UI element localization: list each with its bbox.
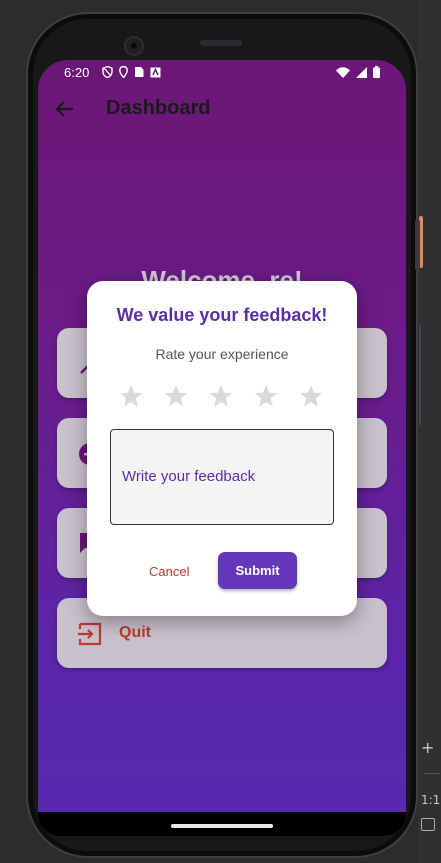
earpiece-speaker [200, 40, 242, 46]
feedback-dialog: We value your feedback! Rate your experi… [87, 281, 357, 616]
star-icon[interactable] [209, 384, 233, 408]
dialog-title: We value your feedback! [116, 305, 328, 325]
emulator-divider [419, 325, 421, 425]
zoom-reset-button[interactable]: 1:1 [421, 793, 440, 807]
feedback-placeholder: Write your feedback [122, 468, 256, 485]
feedback-input[interactable]: Write your feedback [110, 429, 334, 525]
app-screen: 6:20 Dashboard Welcome, re! Quit We valu… [38, 60, 406, 836]
emulator-separator [424, 773, 440, 774]
star-icon[interactable] [254, 384, 278, 408]
zoom-in-button[interactable]: + [421, 738, 434, 757]
screenshot-icon[interactable] [421, 818, 435, 831]
home-handle[interactable] [171, 824, 273, 828]
dialog-subtitle: Rate your experience [155, 346, 289, 362]
star-icon[interactable] [164, 384, 188, 408]
star-icon[interactable] [299, 384, 323, 408]
volume-button [415, 220, 420, 270]
cancel-button[interactable]: Cancel [149, 564, 189, 579]
star-icon[interactable] [119, 384, 143, 408]
front-camera-icon [124, 36, 144, 56]
submit-button[interactable]: Submit [218, 552, 297, 589]
star-rating [119, 384, 323, 408]
emulator-toolbar [418, 0, 441, 863]
